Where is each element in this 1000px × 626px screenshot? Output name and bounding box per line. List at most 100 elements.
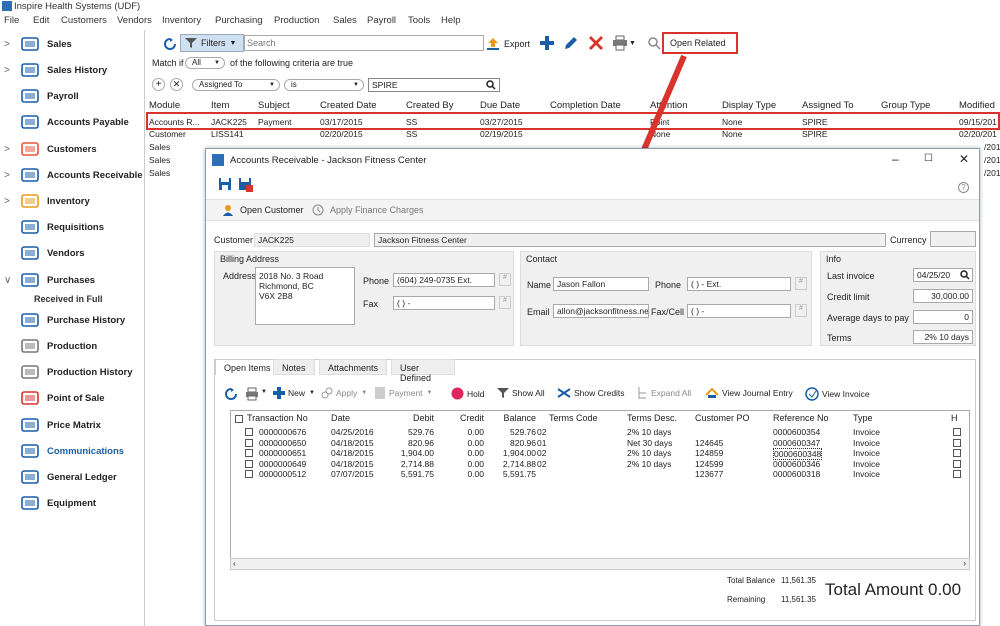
apply-button[interactable]: Apply ▼ [321, 387, 367, 399]
avg-days-field[interactable]: 0 [913, 310, 973, 324]
criteria-operator-select[interactable]: is ▼ [284, 79, 364, 91]
column-header[interactable]: Date [331, 413, 350, 423]
column-header[interactable]: Balance [491, 413, 536, 423]
export-button[interactable]: Export [486, 35, 530, 53]
match-all-select[interactable]: All ▼ [185, 57, 225, 69]
filters-button[interactable]: Filters ▼ [180, 34, 244, 52]
column-header[interactable]: Modified [959, 100, 995, 111]
menu-sales[interactable]: Sales [333, 15, 357, 26]
sidebar-item-vendors[interactable]: Vendors [0, 242, 145, 264]
menu-purchasing[interactable]: Purchasing [215, 15, 263, 26]
column-header[interactable]: H [951, 413, 958, 423]
sidebar-item-accounts-payable[interactable]: Accounts Payable [0, 111, 145, 133]
remove-criteria-button[interactable]: ✕ [170, 78, 183, 91]
sidebar-subitem-received-in-full[interactable]: Received in Full [34, 294, 103, 304]
view-invoice-button[interactable]: View Invoice [805, 387, 870, 401]
tab-attachments[interactable]: Attachments [319, 359, 388, 375]
sidebar-item-general-ledger[interactable]: General Ledger [0, 466, 145, 488]
row-checkbox[interactable] [245, 470, 253, 478]
refresh-button[interactable] [164, 35, 178, 53]
hold-checkbox[interactable] [953, 459, 961, 468]
column-header[interactable]: Terms Code [549, 413, 598, 423]
show-credits-button[interactable]: Show Credits [557, 387, 625, 399]
save-button[interactable] [218, 177, 232, 193]
column-header[interactable]: Customer PO [695, 413, 750, 423]
sidebar-item-equipment[interactable]: Equipment [0, 492, 145, 514]
menu-production[interactable]: Production [274, 15, 319, 26]
chevron-right-icon[interactable]: > [4, 65, 10, 76]
add-criteria-button[interactable]: + [152, 78, 165, 91]
sidebar-item-point-of-sale[interactable]: Point of Sale [0, 387, 145, 409]
fax-dial-button[interactable]: # [499, 296, 511, 309]
maximize-icon[interactable]: ☐ [924, 153, 933, 164]
table-row[interactable]: 0000000676 04/25/2016 529.76 0.00 529.76 02 2%… [231, 427, 969, 437]
column-header[interactable]: Group Type [881, 100, 930, 111]
last-invoice-field[interactable]: 04/25/20 [913, 268, 973, 282]
column-header[interactable]: Created Date [320, 100, 377, 111]
row-checkbox[interactable] [245, 449, 253, 457]
hold-checkbox[interactable] [953, 438, 961, 447]
close-icon[interactable]: ✕ [959, 152, 969, 166]
hold-button[interactable]: Hold [451, 387, 484, 400]
menu-edit[interactable]: Edit [33, 15, 49, 26]
column-header[interactable]: Terms Desc. [627, 413, 677, 423]
table-row[interactable]: 0000000512 07/07/2015 5,591.75 0.00 5,591.75… [231, 469, 969, 479]
help-icon[interactable]: ? [958, 182, 969, 193]
column-header[interactable]: Item [211, 100, 229, 111]
sidebar-item-communications[interactable]: Communications [0, 440, 145, 462]
currency-field[interactable] [930, 231, 976, 247]
menu-inventory[interactable]: Inventory [162, 15, 201, 26]
menu-file[interactable]: File [4, 15, 19, 26]
minimize-icon[interactable]: – [892, 152, 899, 166]
criteria-field-select[interactable]: Assigned To ▼ [192, 79, 280, 91]
open-customer-button[interactable]: Open Customer [222, 204, 304, 216]
sidebar-item-purchases[interactable]: ∨ Purchases [0, 269, 145, 291]
column-header[interactable]: Created By [406, 100, 454, 111]
address-field[interactable]: 2018 No. 3 Road Richmond, BC V6X 2B8 [255, 267, 355, 325]
chevron-right-icon[interactable]: > [4, 170, 10, 181]
apply-finance-charges-button[interactable]: Apply Finance Charges [312, 204, 424, 216]
grid-row[interactable]: Customer LISS141 02/20/2015 SS 02/19/2015 Non… [146, 129, 1000, 140]
terms-field[interactable]: 2% 10 days [913, 330, 973, 344]
show-all-button[interactable]: Show All [497, 387, 545, 399]
chevron-right-icon[interactable]: > [4, 39, 10, 50]
hold-checkbox[interactable] [953, 449, 961, 457]
column-header[interactable]: Subject [258, 100, 290, 111]
menu-customers[interactable]: Customers [61, 15, 107, 26]
contact-phone-dial-button[interactable]: # [795, 277, 807, 290]
scroll-left-icon[interactable]: ‹ [233, 559, 236, 568]
customer-name-field[interactable]: Jackson Fitness Center [374, 233, 886, 247]
tab-open-items[interactable]: Open Items [215, 359, 280, 375]
column-header[interactable]: Type [853, 413, 873, 423]
column-header[interactable]: Due Date [480, 100, 520, 111]
hold-checkbox[interactable] [953, 470, 961, 478]
sidebar-item-customers[interactable]: > Customers [0, 138, 145, 160]
payment-button[interactable]: Payment ▼ [375, 387, 433, 399]
hold-checkbox[interactable] [953, 428, 961, 436]
contact-fax-field[interactable]: ( ) - [687, 304, 791, 318]
credit-limit-field[interactable]: 30,000.00 [913, 289, 973, 303]
contact-fax-dial-button[interactable]: # [795, 304, 807, 317]
menu-tools[interactable]: Tools [408, 15, 430, 26]
sidebar-item-payroll[interactable]: Payroll [0, 85, 145, 107]
row-checkbox[interactable] [245, 438, 253, 447]
billing-phone-field[interactable]: (604) 249-0735 Ext. [393, 273, 495, 287]
edit-button[interactable] [563, 34, 579, 52]
chevron-down-icon[interactable]: ∨ [4, 275, 11, 286]
save-close-button[interactable] [238, 177, 254, 195]
chevron-right-icon[interactable]: > [4, 196, 10, 207]
scroll-right-icon[interactable]: › [963, 559, 966, 568]
menu-payroll[interactable]: Payroll [367, 15, 396, 26]
refresh-icon[interactable] [225, 388, 237, 400]
criteria-value-input[interactable]: SPIRE [368, 78, 500, 92]
search-input[interactable] [244, 35, 484, 51]
tab-user-defined[interactable]: User Defined [391, 359, 455, 383]
contact-phone-field[interactable]: ( ) - Ext. [687, 277, 791, 291]
table-row[interactable]: 0000000650 04/18/2015 820.96 0.00 820.96 01 Ne… [231, 438, 969, 448]
sidebar-item-purchase-history[interactable]: Purchase History [0, 309, 145, 331]
row-checkbox[interactable] [245, 428, 253, 436]
tab-notes[interactable]: Notes [273, 359, 315, 375]
phone-dial-button[interactable]: # [499, 273, 511, 286]
expand-all-button[interactable]: Expand All [637, 387, 691, 399]
sidebar-item-inventory[interactable]: > Inventory [0, 190, 145, 212]
